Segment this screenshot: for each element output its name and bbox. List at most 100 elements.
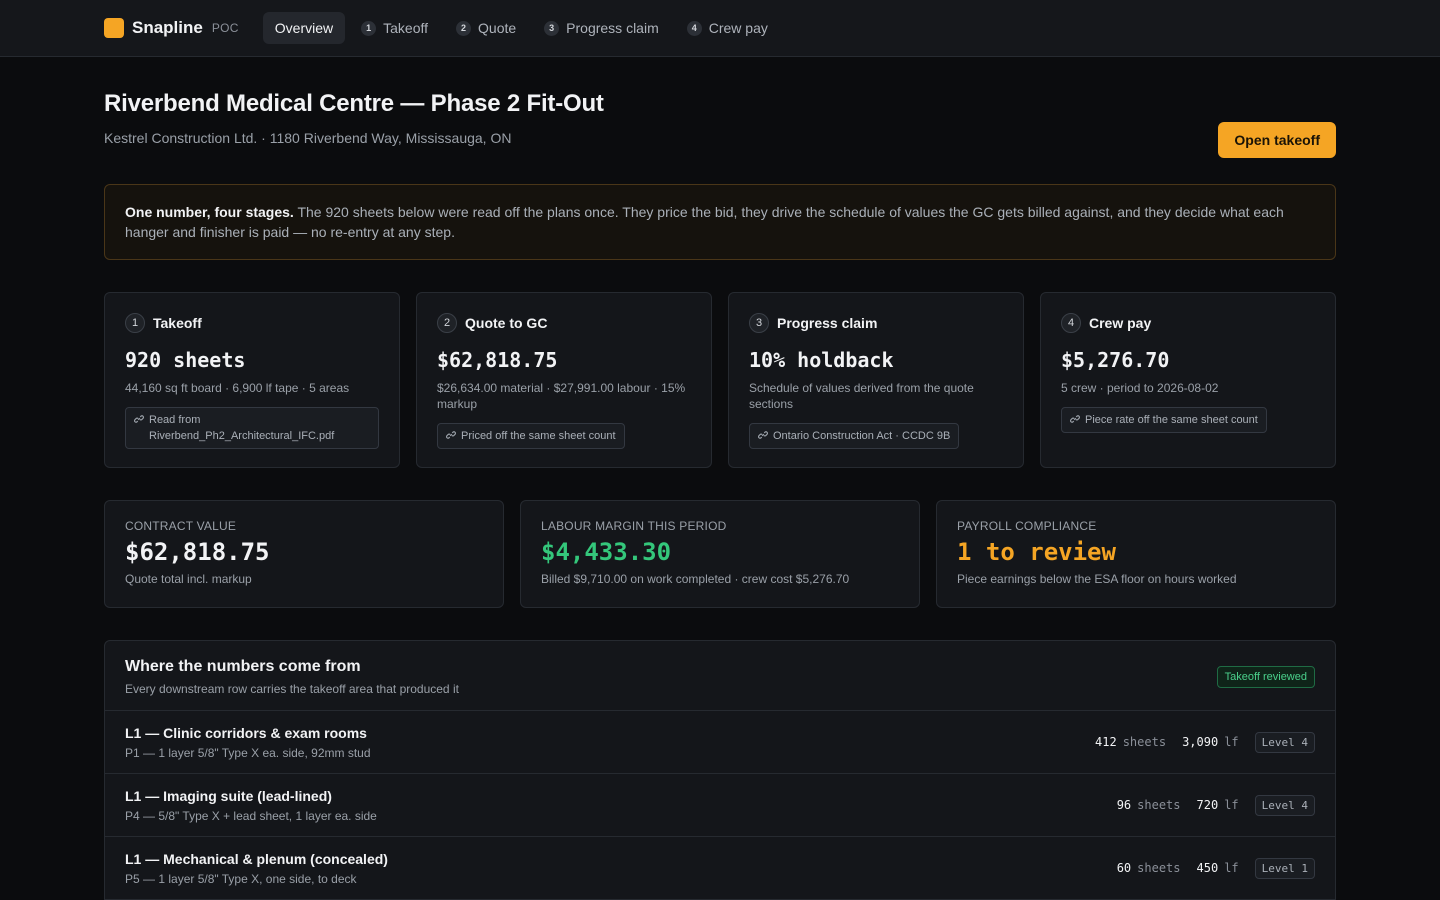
main-nav: Overview 1 Takeoff 2 Quote 3 Progress cl… — [262, 12, 780, 44]
link-icon — [446, 431, 456, 439]
step-number-badge: 4 — [1061, 313, 1081, 333]
tape-length: 720 lf — [1196, 798, 1239, 812]
level-badge: Level 4 — [1254, 794, 1315, 816]
area-spec: P4 — 5/8" Type X + lead sheet, 1 layer e… — [125, 808, 377, 823]
summary-metrics: CONTRACT VALUE $62,818.75 Quote total in… — [104, 500, 1336, 608]
stage-detail: 5 crew · period to 2026-08-02 — [1061, 381, 1219, 395]
brand[interactable]: Snapline POC — [104, 18, 239, 38]
step-number-badge: 1 — [361, 20, 377, 36]
link-icon — [758, 431, 768, 439]
metric-label: LABOUR MARGIN THIS PERIOD — [541, 519, 727, 533]
chip-label: Priced off the same sheet count — [461, 430, 616, 442]
tape-length: 3,090 lf — [1182, 735, 1239, 749]
tab-takeoff[interactable]: 1 Takeoff — [349, 12, 440, 44]
step-number-badge: 1 — [125, 313, 145, 333]
source-chip[interactable]: Read from Riverbend_Ph2_Architectural_IF… — [125, 407, 379, 449]
link-icon — [134, 415, 144, 423]
sheet-count: 412 sheets — [1095, 735, 1167, 749]
unit-label: lf — [1224, 861, 1239, 875]
callout-body: The 920 sheets below were read off the p… — [125, 204, 1284, 240]
provenance-subtitle: Every downstream row carries the takeoff… — [125, 682, 459, 696]
chip-label: Read from Riverbend_Ph2_Architectural_IF… — [149, 414, 335, 442]
stage-value: 10% holdback — [749, 348, 894, 372]
source-chip[interactable]: Ontario Construction Act · CCDC 9B — [749, 423, 960, 449]
provenance-panel: Where the numbers come from Every downst… — [104, 640, 1336, 900]
step-number-badge: 2 — [437, 313, 457, 333]
tab-crew-pay[interactable]: 4 Crew pay — [675, 12, 780, 44]
sheet-count: 96 sheets — [1116, 798, 1181, 812]
status-badge: Takeoff reviewed — [1216, 666, 1315, 688]
stage-title: Crew pay — [1089, 315, 1152, 331]
level-badge: Level 1 — [1254, 857, 1315, 879]
brand-name: Snapline — [132, 18, 203, 37]
brand-tag: POC — [211, 21, 239, 35]
provenance-title: Where the numbers come from — [125, 658, 361, 675]
stage-card-quote: 2 Quote to GC $62,818.75 $26,634.00 mate… — [416, 292, 712, 468]
sheet-count: 60 sheets — [1116, 861, 1181, 875]
tab-label: Quote — [478, 20, 517, 36]
area-spec: P5 — 1 layer 5/8" Type X, one side, to d… — [125, 871, 357, 886]
metric-label: CONTRACT VALUE — [125, 519, 237, 533]
stage-detail: Schedule of values derived from the quot… — [749, 381, 974, 411]
page-header: Riverbend Medical Centre — Phase 2 Fit-O… — [104, 57, 1336, 158]
metric-value: 1 to review — [957, 538, 1116, 566]
step-number-badge: 2 — [456, 20, 472, 36]
area-name: L1 — Mechanical & plenum (concealed) — [125, 850, 388, 867]
unit-label: lf — [1224, 735, 1239, 749]
open-takeoff-button[interactable]: Open takeoff — [1218, 122, 1336, 158]
source-chip[interactable]: Piece rate off the same sheet count — [1061, 407, 1267, 433]
info-callout: One number, four stages. The 920 sheets … — [104, 184, 1336, 260]
metric-label: PAYROLL COMPLIANCE — [957, 519, 1097, 533]
step-number-badge: 4 — [686, 20, 702, 36]
table-row[interactable]: L1 — Imaging suite (lead-lined) P4 — 5/8… — [105, 774, 1335, 837]
metric-value: $62,818.75 — [125, 538, 270, 566]
metric-labour-margin: LABOUR MARGIN THIS PERIOD $4,433.30 Bill… — [520, 500, 920, 608]
table-row[interactable]: L1 — Clinic corridors & exam rooms P1 — … — [105, 711, 1335, 774]
area-spec: P1 — 1 layer 5/8" Type X ea. side, 92mm … — [125, 745, 371, 760]
tab-label: Crew pay — [708, 20, 768, 36]
brand-logo-icon — [104, 18, 124, 38]
table-row[interactable]: L1 — Mechanical & plenum (concealed) P5 … — [105, 837, 1335, 900]
tab-label: Takeoff — [383, 20, 429, 36]
link-icon — [1070, 415, 1080, 423]
tab-label: Overview — [274, 20, 334, 36]
stage-title: Quote to GC — [465, 315, 548, 331]
stage-card-crew-pay: 4 Crew pay $5,276.70 5 crew · period to … — [1040, 292, 1336, 468]
main-content: Riverbend Medical Centre — Phase 2 Fit-O… — [0, 57, 1440, 900]
page-title: Riverbend Medical Centre — Phase 2 Fit-O… — [104, 90, 604, 117]
provenance-header: Where the numbers come from Every downst… — [105, 641, 1335, 711]
stage-value: $5,276.70 — [1061, 348, 1170, 372]
stage-value: $62,818.75 — [437, 348, 558, 372]
tab-progress-claim[interactable]: 3 Progress claim — [532, 12, 671, 44]
tape-length: 450 lf — [1196, 861, 1239, 875]
area-name: L1 — Imaging suite (lead-lined) — [125, 787, 332, 804]
top-nav-bar: Snapline POC Overview 1 Takeoff 2 Quote … — [0, 0, 1440, 57]
metric-note: Quote total incl. markup — [125, 572, 252, 586]
unit-label: sheets — [1122, 735, 1167, 749]
unit-label: sheets — [1137, 798, 1181, 812]
page-subtitle: Kestrel Construction Ltd. · 1180 Riverbe… — [104, 130, 512, 146]
source-chip[interactable]: Priced off the same sheet count — [437, 423, 625, 449]
unit-label: lf — [1224, 798, 1239, 812]
stage-card-takeoff: 1 Takeoff 920 sheets 44,160 sq ft board … — [104, 292, 400, 468]
callout-lead: One number, four stages. — [125, 204, 294, 220]
stage-value: 920 sheets — [125, 348, 246, 372]
stage-title: Progress claim — [777, 315, 878, 331]
chip-label: Piece rate off the same sheet count — [1085, 414, 1258, 426]
stage-card-progress-claim: 3 Progress claim 10% holdback Schedule o… — [728, 292, 1024, 468]
metric-note: Billed $9,710.00 on work completed · cre… — [541, 572, 850, 586]
area-name: L1 — Clinic corridors & exam rooms — [125, 724, 367, 741]
metric-contract-value: CONTRACT VALUE $62,818.75 Quote total in… — [104, 500, 504, 608]
metric-payroll-compliance[interactable]: PAYROLL COMPLIANCE 1 to review Piece ear… — [936, 500, 1336, 608]
step-number-badge: 3 — [749, 313, 769, 333]
stage-detail: 44,160 sq ft board · 6,900 lf tape · 5 a… — [125, 381, 350, 395]
metric-note: Piece earnings below the ESA floor on ho… — [957, 572, 1237, 586]
tab-overview[interactable]: Overview — [262, 12, 346, 44]
chip-label: Ontario Construction Act · CCDC 9B — [773, 430, 951, 442]
step-number-badge: 3 — [544, 20, 560, 36]
tab-quote[interactable]: 2 Quote — [444, 12, 528, 44]
stage-detail: $26,634.00 material · $27,991.00 labour … — [437, 381, 686, 411]
unit-label: sheets — [1137, 861, 1181, 875]
level-badge: Level 4 — [1254, 731, 1315, 753]
stage-cards: 1 Takeoff 920 sheets 44,160 sq ft board … — [104, 292, 1336, 468]
